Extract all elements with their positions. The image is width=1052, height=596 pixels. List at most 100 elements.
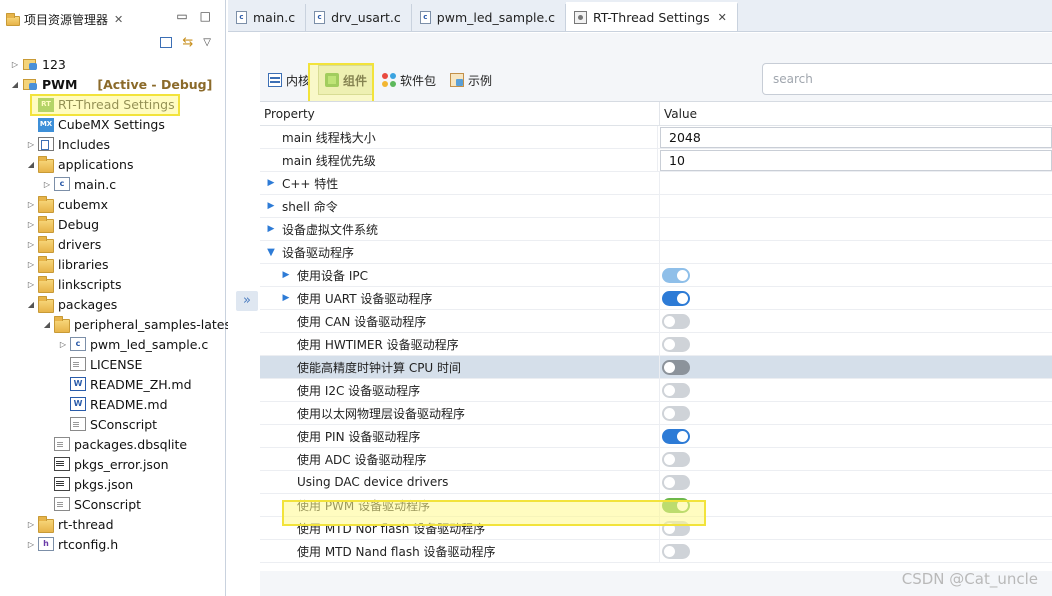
toggle-switch[interactable] bbox=[662, 336, 690, 352]
folder-icon bbox=[38, 516, 54, 533]
tree-item[interactable]: W README_ZH.md bbox=[0, 374, 225, 394]
tree-item[interactable]: packages.dbsqlite bbox=[0, 434, 225, 454]
property-row[interactable]: 使用以太网物理层设备驱动程序 bbox=[260, 402, 1052, 425]
minimize-icon[interactable]: ▭ bbox=[176, 9, 187, 23]
property-row[interactable]: 使能高精度时钟计算 CPU 时间 bbox=[260, 356, 1052, 379]
collapsed-arrow-icon[interactable]: ▷ bbox=[26, 540, 36, 549]
editor-tab[interactable]: RT-Thread Settings ✕ bbox=[566, 2, 738, 31]
property-row[interactable]: 使用 MTD Nand flash 设备驱动程序 bbox=[260, 540, 1052, 563]
tree-item[interactable]: ◢ packages bbox=[0, 294, 225, 314]
collapsed-arrow-icon[interactable]: ▷ bbox=[26, 280, 36, 289]
tree-item[interactable]: ◢ peripheral_samples-latest bbox=[0, 314, 236, 334]
property-row[interactable]: 使用 PWM 设备驱动程序 bbox=[260, 494, 1052, 517]
property-row[interactable]: ▶ C++ 特性 bbox=[260, 172, 1052, 195]
property-row[interactable]: 使用 I2C 设备驱动程序 bbox=[260, 379, 1052, 402]
toggle-switch[interactable] bbox=[662, 451, 690, 467]
toggle-switch[interactable] bbox=[662, 313, 690, 329]
property-value-field[interactable]: 10 bbox=[660, 149, 1052, 171]
property-row[interactable]: main 线程栈大小 2048 bbox=[260, 126, 1052, 149]
collapsed-arrow-icon[interactable]: ▶ bbox=[266, 201, 276, 211]
editor-tab[interactable]: c drv_usart.c bbox=[306, 4, 412, 31]
view-menu-icon[interactable]: ▽ bbox=[203, 37, 211, 48]
maximize-icon[interactable]: □ bbox=[200, 9, 211, 23]
tree-item[interactable]: W README.md bbox=[0, 394, 225, 414]
collapsed-arrow-icon[interactable]: ▶ bbox=[266, 178, 276, 188]
property-row[interactable]: ▶ 使用设备 IPC bbox=[260, 264, 1052, 287]
property-row[interactable]: 使用 ADC 设备驱动程序 bbox=[260, 448, 1052, 471]
toggle-switch[interactable] bbox=[662, 405, 690, 421]
toggle-switch[interactable] bbox=[662, 428, 690, 444]
editor-tab[interactable]: c main.c bbox=[228, 4, 307, 31]
tree-item[interactable]: ▷ c main.c bbox=[0, 174, 225, 194]
tree-item[interactable]: ◢ applications bbox=[0, 154, 225, 174]
property-row[interactable]: ▶ shell 命令 bbox=[260, 195, 1052, 218]
collapsed-arrow-icon[interactable]: ▷ bbox=[26, 260, 36, 269]
tree-item[interactable]: RT RT-Thread Settings bbox=[0, 94, 225, 114]
category-tab[interactable]: 内核 bbox=[262, 65, 316, 95]
close-tab-icon[interactable]: ✕ bbox=[718, 11, 727, 24]
category-tab[interactable]: 组件 bbox=[318, 65, 375, 95]
tree-item[interactable]: ▷ c pwm_led_sample.c bbox=[0, 334, 225, 354]
collapsed-arrow-icon[interactable]: ▷ bbox=[26, 200, 36, 209]
toggle-switch[interactable] bbox=[662, 474, 690, 490]
tree-item[interactable]: ▷ cubemx bbox=[0, 194, 225, 214]
tree-item-label: drivers bbox=[58, 236, 102, 252]
collapsed-arrow-icon[interactable]: ▷ bbox=[26, 240, 36, 249]
expanded-arrow-icon[interactable]: ◢ bbox=[10, 80, 20, 89]
property-row[interactable]: 使用 HWTIMER 设备驱动程序 bbox=[260, 333, 1052, 356]
toggle-switch[interactable] bbox=[662, 543, 690, 559]
property-row[interactable]: main 线程优先级 10 bbox=[260, 149, 1052, 172]
toggle-switch[interactable] bbox=[662, 382, 690, 398]
expanded-arrow-icon[interactable]: ◢ bbox=[42, 320, 52, 329]
collapsed-arrow-icon[interactable]: ▷ bbox=[42, 180, 52, 189]
property-row[interactable]: 使用 MTD Nor flash 设备驱动程序 bbox=[260, 517, 1052, 540]
collapsed-arrow-icon[interactable]: ▶ bbox=[281, 270, 291, 280]
expanded-arrow-icon[interactable]: ◢ bbox=[26, 300, 36, 309]
tree-item[interactable]: ▷ drivers bbox=[0, 234, 225, 254]
tree-item[interactable]: ▷ Includes bbox=[0, 134, 225, 154]
tree-item[interactable]: ▷ rt-thread bbox=[0, 514, 225, 534]
expand-panel-button[interactable]: » bbox=[236, 291, 258, 311]
toggle-switch[interactable] bbox=[662, 359, 690, 375]
tree-item[interactable]: LICENSE bbox=[0, 354, 225, 374]
tree-item[interactable]: ◢ PWM [Active - Debug] bbox=[0, 74, 225, 94]
toggle-switch[interactable] bbox=[662, 520, 690, 536]
property-row[interactable]: ▼ 设备驱动程序 bbox=[260, 241, 1052, 264]
collapsed-arrow-icon[interactable]: ▷ bbox=[10, 60, 20, 69]
collapse-all-icon[interactable] bbox=[160, 37, 173, 48]
tree-item[interactable]: SConscript bbox=[0, 494, 225, 514]
collapsed-arrow-icon[interactable]: ▷ bbox=[58, 340, 68, 349]
property-value-field[interactable]: 2048 bbox=[660, 126, 1052, 148]
property-row[interactable]: ▶ 设备虚拟文件系统 bbox=[260, 218, 1052, 241]
tree-item[interactable]: ▷ 123 bbox=[0, 54, 225, 74]
project-explorer-tab[interactable]: 项目资源管理器 ✕ bbox=[0, 6, 132, 32]
collapsed-arrow-icon[interactable]: ▷ bbox=[26, 520, 36, 529]
tree-item[interactable]: MX CubeMX Settings bbox=[0, 114, 225, 134]
toggle-switch[interactable] bbox=[662, 267, 690, 283]
expanded-arrow-icon[interactable]: ◢ bbox=[26, 160, 36, 169]
collapsed-arrow-icon[interactable]: ▶ bbox=[281, 293, 291, 303]
collapsed-arrow-icon[interactable]: ▷ bbox=[26, 220, 36, 229]
category-tab[interactable]: 示例 bbox=[444, 65, 498, 95]
expanded-arrow-icon[interactable]: ▼ bbox=[266, 247, 276, 258]
link-with-editor-icon[interactable]: ⇆ bbox=[182, 35, 193, 50]
toggle-switch[interactable] bbox=[662, 290, 690, 306]
tree-item[interactable]: SConscript bbox=[0, 414, 225, 434]
tree-item[interactable]: pkgs_error.json bbox=[0, 454, 225, 474]
category-tab[interactable]: 软件包 bbox=[376, 65, 442, 95]
collapsed-arrow-icon[interactable]: ▷ bbox=[26, 140, 36, 149]
tree-item[interactable]: pkgs.json bbox=[0, 474, 225, 494]
search-input[interactable] bbox=[762, 63, 1052, 95]
tree-item[interactable]: ▷ h rtconfig.h bbox=[0, 534, 225, 554]
tree-item[interactable]: ▷ linkscripts bbox=[0, 274, 225, 294]
property-row[interactable]: ▶ 使用 UART 设备驱动程序 bbox=[260, 287, 1052, 310]
property-row[interactable]: 使用 PIN 设备驱动程序 bbox=[260, 425, 1052, 448]
tree-item[interactable]: ▷ libraries bbox=[0, 254, 225, 274]
tree-item[interactable]: ▷ Debug bbox=[0, 214, 225, 234]
editor-tab[interactable]: c pwm_led_sample.c bbox=[411, 4, 567, 31]
close-icon[interactable]: ✕ bbox=[114, 13, 123, 26]
toggle-switch[interactable] bbox=[662, 497, 690, 513]
property-row[interactable]: 使用 CAN 设备驱动程序 bbox=[260, 310, 1052, 333]
property-row[interactable]: Using DAC device drivers bbox=[260, 471, 1052, 494]
collapsed-arrow-icon[interactable]: ▶ bbox=[266, 224, 276, 234]
